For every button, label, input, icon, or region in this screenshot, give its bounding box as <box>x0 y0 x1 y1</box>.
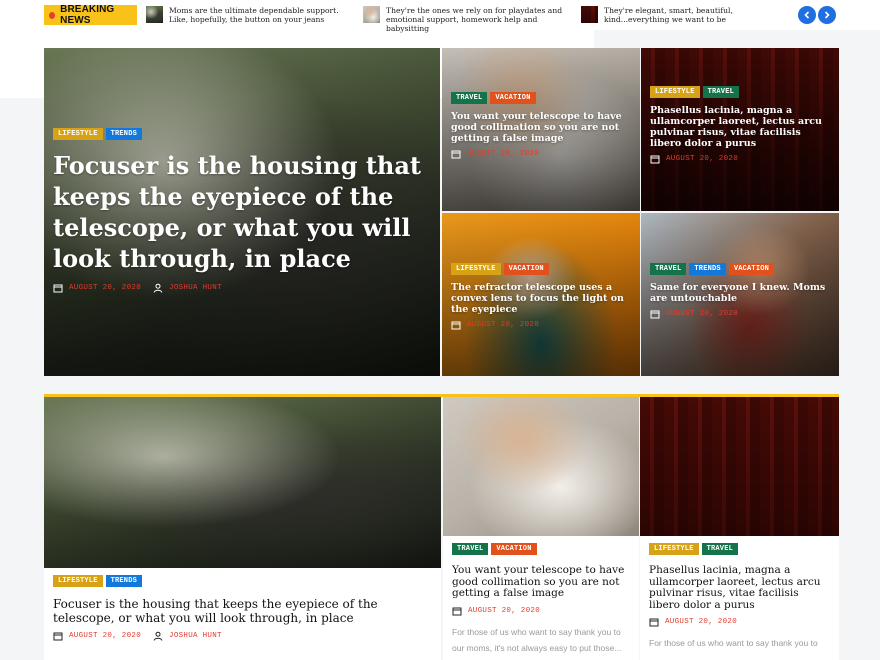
user-icon <box>153 631 163 641</box>
post-card[interactable]: TRAVEL VACATION You want your telescope … <box>443 397 639 660</box>
tag-lifestyle[interactable]: LIFESTYLE <box>649 543 699 555</box>
post-date: AUGUST 20, 2020 <box>467 150 540 158</box>
tag-travel[interactable]: TRAVEL <box>452 543 489 555</box>
post-meta: AUGUST 20, 2020 JOSHUA HUNT <box>53 283 431 293</box>
tag-vacation[interactable]: VACATION <box>490 92 536 104</box>
ticker-thumbnail <box>146 6 163 23</box>
tag-lifestyle[interactable]: LIFESTYLE <box>53 575 103 587</box>
tag-trends[interactable]: TRENDS <box>105 575 143 587</box>
hero-tile-post[interactable]: LIFESTYLE VACATION The refractor telesco… <box>442 213 640 376</box>
post-date: AUGUST 20, 2020 <box>69 284 142 292</box>
breaking-news-label: BREAKING NEWS <box>60 4 115 26</box>
calendar-icon <box>451 321 461 330</box>
tag-travel[interactable]: TRAVEL <box>451 92 488 104</box>
chevron-left-icon <box>804 11 810 19</box>
post-date: AUGUST 20, 2020 <box>467 321 540 329</box>
hero-tile-title[interactable]: Phasellus lacinia, magna a ullamcorper l… <box>650 105 830 149</box>
ticker-prev-button[interactable] <box>798 6 816 24</box>
hero-tile-title[interactable]: The refractor telescope uses a convex le… <box>451 282 631 315</box>
tag-travel[interactable]: TRAVEL <box>650 263 687 275</box>
calendar-icon <box>452 607 462 615</box>
hero-tile-post[interactable]: TRAVEL VACATION You want your telescope … <box>442 48 640 211</box>
post-date: AUGUST 20, 2020 <box>468 606 541 615</box>
post-title[interactable]: Focuser is the housing that keeps the ey… <box>53 597 428 625</box>
post-date: AUGUST 20, 2020 <box>666 310 739 318</box>
post-excerpt: For those of us who want to say thank yo… <box>452 626 622 653</box>
post-date: AUGUST 20, 2020 <box>665 618 738 626</box>
live-dot-icon <box>49 11 56 19</box>
breaking-news-badge: BREAKING NEWS <box>44 4 137 26</box>
calendar-icon <box>649 618 659 627</box>
ticker-thumbnail <box>363 6 380 23</box>
user-icon <box>153 283 163 293</box>
ticker-thumbnail <box>581 6 598 23</box>
post-author[interactable]: JOSHUA HUNT <box>169 284 222 292</box>
post-thumbnail[interactable] <box>44 397 441 568</box>
ticker-item-text: They're the ones we rely on for playdate… <box>386 6 563 33</box>
tag-vacation[interactable]: VACATION <box>491 543 537 555</box>
tag-vacation[interactable]: VACATION <box>503 263 549 275</box>
tag-trends[interactable]: TRENDS <box>689 263 726 275</box>
ticker-item-text: They're elegant, smart, beautiful, kind.… <box>604 6 733 24</box>
post-thumbnail[interactable] <box>443 397 639 536</box>
post-date: AUGUST 20, 2020 <box>666 155 739 163</box>
ticker-item-text: Moms are the ultimate dependable support… <box>169 6 339 24</box>
calendar-icon <box>53 632 63 641</box>
post-title[interactable]: You want your telescope to have good col… <box>452 564 630 600</box>
calendar-icon <box>53 284 63 293</box>
calendar-icon <box>650 155 660 164</box>
hero-main-post[interactable]: LIFESTYLE TRENDS Focuser is the housing … <box>44 48 440 376</box>
tag-lifestyle[interactable]: LIFESTYLE <box>53 128 103 140</box>
post-tags: LIFESTYLE TRENDS <box>53 128 431 140</box>
post-card[interactable]: LIFESTYLE TRAVEL Phasellus lacinia, magn… <box>640 397 839 660</box>
ticker-item[interactable]: They're elegant, smart, beautiful, kind.… <box>581 6 799 24</box>
post-thumbnail[interactable] <box>640 397 839 536</box>
calendar-icon <box>451 150 461 159</box>
tag-travel[interactable]: TRAVEL <box>701 543 739 555</box>
hero-tile-title[interactable]: Same for everyone I knew. Moms are untou… <box>650 282 830 304</box>
ticker-item[interactable]: Moms are the ultimate dependable support… <box>146 6 351 24</box>
tag-vacation[interactable]: VACATION <box>728 263 775 275</box>
calendar-icon <box>650 310 660 319</box>
tag-lifestyle[interactable]: LIFESTYLE <box>451 263 501 275</box>
post-excerpt: For those of us who want to say thank yo… <box>649 638 818 648</box>
tag-trends[interactable]: TRENDS <box>105 128 143 140</box>
tag-travel[interactable]: TRAVEL <box>702 86 740 98</box>
hero-tile-post[interactable]: LIFESTYLE TRAVEL Phasellus lacinia, magn… <box>641 48 839 211</box>
ticker-next-button[interactable] <box>818 6 836 24</box>
tag-lifestyle[interactable]: LIFESTYLE <box>650 86 700 98</box>
post-title[interactable]: Phasellus lacinia, magna a ullamcorper l… <box>649 564 830 611</box>
post-author[interactable]: JOSHUA HUNT <box>169 632 222 640</box>
post-card[interactable]: LIFESTYLE TRENDS Focuser is the housing … <box>44 397 441 660</box>
hero-main-title[interactable]: Focuser is the housing that keeps the ey… <box>53 150 425 274</box>
chevron-right-icon <box>824 11 830 19</box>
hero-tile-post[interactable]: TRAVEL TRENDS VACATION Same for everyone… <box>641 213 839 376</box>
post-date: AUGUST 20, 2020 <box>69 632 142 640</box>
ticker-item[interactable]: They're the ones we rely on for playdate… <box>363 6 575 33</box>
hero-tile-title[interactable]: You want your telescope to have good col… <box>451 111 631 144</box>
